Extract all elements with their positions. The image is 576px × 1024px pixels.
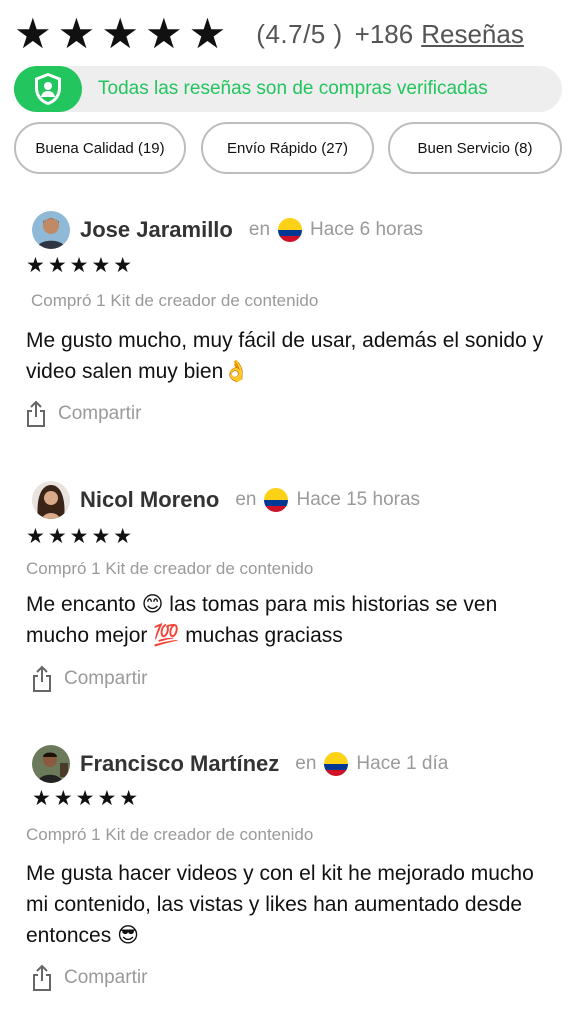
- rating-summary: ★ ★ ★ ★ ★ (4.7/5 ) +186 Reseñas: [14, 12, 562, 56]
- verified-text: Todas las reseñas son de compras verific…: [98, 78, 488, 99]
- share-button[interactable]: Compartir: [24, 400, 141, 428]
- star-icon: ★: [101, 9, 139, 58]
- star-icon: ★: [144, 9, 183, 58]
- colombia-flag-icon: [278, 218, 303, 242]
- colombia-flag-icon: [324, 752, 349, 776]
- verified-badge: [14, 66, 82, 112]
- review-time: Hace 15 horas: [296, 489, 421, 510]
- review-stars: ★★★★★: [32, 786, 142, 810]
- share-icon: [33, 665, 51, 692]
- purchase-note: Compró 1 Kit de creador de contenido: [26, 825, 314, 844]
- avatar: [32, 745, 70, 783]
- review-time: Hace 6 horas: [310, 219, 424, 240]
- location-prefix: en: [235, 489, 257, 510]
- average-rating: (4.7/5 ): [256, 18, 343, 49]
- share-button[interactable]: Compartir: [30, 964, 147, 992]
- location-prefix: en: [248, 219, 271, 240]
- rating-stars: ★ ★ ★ ★ ★: [14, 13, 226, 55]
- filter-chip-envio-rapido[interactable]: Envío Rápido (27): [201, 122, 374, 174]
- reviewer-name: Nicol Moreno: [80, 487, 220, 512]
- avatar: [32, 211, 70, 249]
- location-prefix: en: [295, 753, 317, 774]
- colombia-flag-icon: [264, 488, 289, 512]
- reviewer-header: Jose Jaramillo en Hace 6 horas: [32, 211, 423, 249]
- purchase-note: Compró 1 Kit de creador de contenido: [31, 291, 319, 310]
- review-time: Hace 1 día: [356, 753, 449, 774]
- reviewer-header: Nicol Moreno en Hace 15 horas: [32, 481, 420, 519]
- reviewer-name: Francisco Martínez: [80, 751, 280, 776]
- reviewer-header: Francisco Martínez en Hace 1 día: [32, 745, 448, 783]
- filter-chips: Buena Calidad (19) Envío Rápido (27) Bue…: [14, 122, 562, 174]
- share-icon: [33, 964, 51, 991]
- shield-user-icon: [35, 73, 61, 105]
- reviews-link[interactable]: Reseñas: [421, 19, 524, 50]
- star-icon: ★: [57, 9, 96, 58]
- filter-chip-buen-servicio[interactable]: Buen Servicio (8): [388, 122, 562, 174]
- share-label: Compartir: [64, 668, 148, 689]
- review-text: Me encanto 😊 las tomas para mis historia…: [26, 593, 498, 647]
- share-icon: [27, 400, 45, 427]
- review-stars: ★★★★★: [26, 524, 136, 548]
- filter-chip-buena-calidad[interactable]: Buena Calidad (19): [14, 122, 186, 174]
- review-count: +186: [354, 18, 414, 49]
- verified-banner: Todas las reseñas son de compras verific…: [14, 66, 562, 112]
- review-text: Me gusto mucho, muy fácil de usar, ademá…: [26, 329, 544, 383]
- share-button[interactable]: Compartir: [30, 665, 147, 693]
- purchase-note: Compró 1 Kit de creador de contenido: [26, 559, 314, 578]
- review-text: Me gusta hacer videos y con el kit he me…: [26, 862, 534, 947]
- reviewer-name: Jose Jaramillo: [80, 217, 233, 242]
- star-icon: ★: [188, 9, 227, 58]
- share-label: Compartir: [58, 403, 142, 424]
- share-label: Compartir: [64, 967, 148, 988]
- review-stars: ★★★★★: [26, 253, 136, 277]
- avatar: [32, 481, 70, 519]
- star-icon: ★: [14, 9, 52, 58]
